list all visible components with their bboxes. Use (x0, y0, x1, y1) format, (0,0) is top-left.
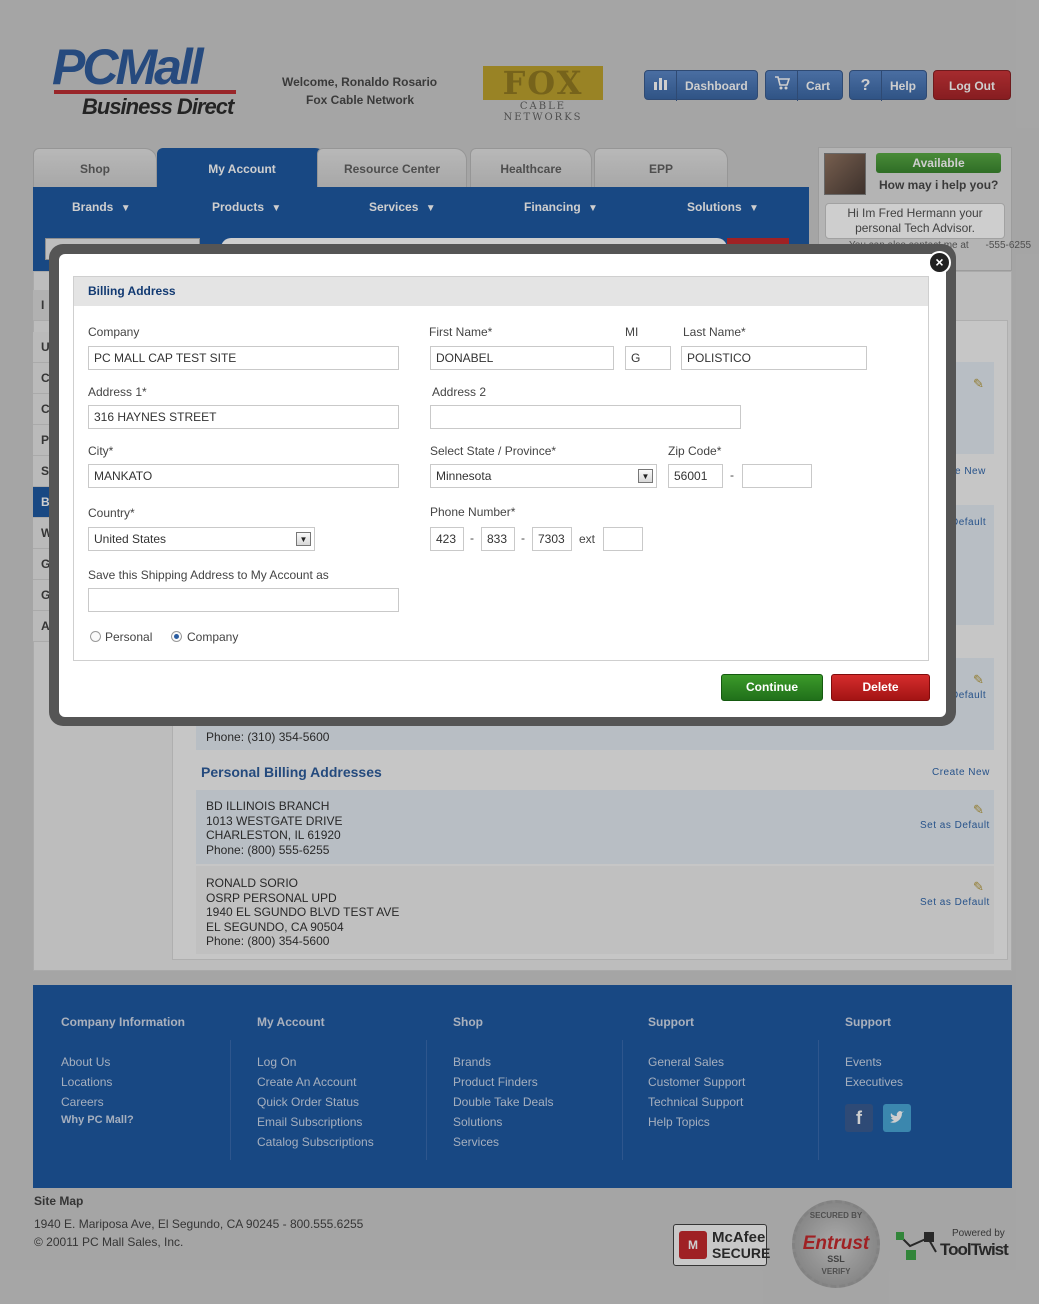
phone-label: Phone Number* (430, 505, 516, 519)
phone-separator: - (521, 531, 525, 545)
zip-ext-field[interactable] (742, 464, 812, 488)
address1-field[interactable]: 316 HAYNES STREET (88, 405, 399, 429)
country-label: Country* (88, 506, 135, 520)
modal-title: Billing Address (88, 284, 176, 298)
save-as-field[interactable] (88, 588, 399, 612)
phone-area-field[interactable]: 423 (430, 527, 464, 551)
state-select[interactable]: Minnesota ▼ (430, 464, 657, 488)
delete-button[interactable]: Delete (831, 674, 930, 701)
last-name-field[interactable]: POLISTICO (681, 346, 867, 370)
billing-form-header (74, 277, 928, 306)
personal-radio[interactable] (90, 631, 101, 642)
city-label: City* (88, 444, 114, 458)
personal-radio-label[interactable]: Personal (105, 630, 152, 644)
company-radio[interactable] (171, 631, 182, 642)
dropdown-arrow-icon[interactable]: ▼ (296, 532, 311, 546)
phone-line-field[interactable]: 7303 (532, 527, 572, 551)
continue-button[interactable]: Continue (721, 674, 823, 701)
phone-ext-field[interactable] (603, 527, 643, 551)
dropdown-arrow-icon[interactable]: ▼ (638, 469, 653, 483)
first-name-field[interactable]: DONABEL (430, 346, 614, 370)
address1-label: Address 1* (88, 385, 147, 399)
company-label: Company (88, 325, 140, 339)
zip-field[interactable]: 56001 (668, 464, 723, 488)
phone-prefix-field[interactable]: 833 (481, 527, 515, 551)
save-as-label: Save this Shipping Address to My Account… (88, 568, 329, 582)
close-icon[interactable]: × (928, 251, 951, 274)
mi-field[interactable]: G (625, 346, 671, 370)
zip-label: Zip Code* (668, 444, 722, 458)
last-name-label: Last Name* (683, 325, 746, 339)
city-field[interactable]: MANKATO (88, 464, 399, 488)
country-select[interactable]: United States ▼ (88, 527, 315, 551)
company-field[interactable]: PC MALL CAP TEST SITE (88, 346, 399, 370)
state-value: Minnesota (436, 469, 492, 483)
first-name-label: First Name* (429, 325, 493, 339)
phone-separator: - (470, 531, 474, 545)
country-value: United States (94, 532, 167, 546)
state-label: Select State / Province* (430, 444, 557, 458)
mi-label: MI (625, 325, 639, 339)
zip-separator: - (730, 468, 734, 482)
company-radio-label[interactable]: Company (187, 630, 238, 644)
address2-label: Address 2 (432, 385, 487, 399)
address2-field[interactable] (430, 405, 741, 429)
ext-label: ext (579, 532, 596, 546)
